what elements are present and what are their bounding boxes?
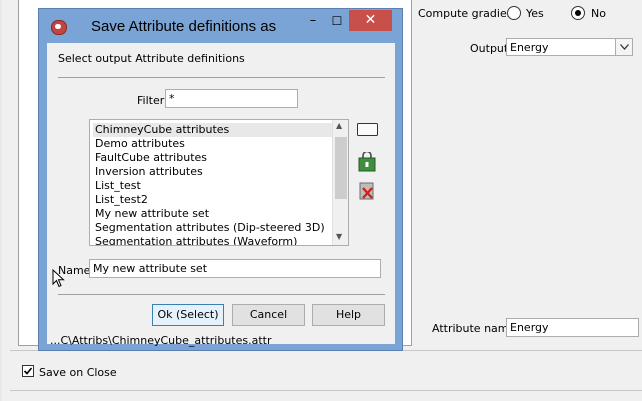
- attribute-name-input[interactable]: Energy: [506, 318, 639, 337]
- filter-input[interactable]: *: [165, 89, 298, 108]
- checkmark-icon: [23, 367, 33, 375]
- dialog-heading: Select output Attribute definitions: [58, 52, 245, 65]
- save-attribute-dialog: Save Attribute definitions as – ☐ ✕ Sele…: [38, 8, 403, 351]
- minimize-button[interactable]: –: [303, 11, 323, 31]
- output-label: Output: [470, 42, 509, 55]
- radio-no-label: No: [591, 7, 606, 20]
- save-on-close-checkbox[interactable]: [22, 365, 34, 377]
- ok-select-button[interactable]: Ok (Select): [152, 304, 224, 326]
- new-set-icon[interactable]: [357, 123, 378, 143]
- list-scrollbar[interactable]: ▲ ▼: [332, 120, 348, 245]
- app-icon: [51, 20, 67, 35]
- attribute-name-value: Energy: [510, 321, 549, 334]
- compute-gradient-label: Compute gradient: [418, 7, 518, 20]
- radio-yes[interactable]: [507, 6, 521, 20]
- filter-label: Filter: [137, 94, 165, 107]
- output-value: Energy: [510, 41, 549, 54]
- close-button[interactable]: ✕: [349, 10, 392, 31]
- name-input[interactable]: My new attribute set: [89, 259, 381, 278]
- scroll-thumb[interactable]: [335, 137, 347, 199]
- dialog-body: Select output Attribute definitions Filt…: [47, 43, 395, 347]
- list-item[interactable]: FaultCube attributes: [95, 151, 207, 165]
- dialog-title-bar[interactable]: Save Attribute definitions as – ☐ ✕: [39, 9, 402, 43]
- delete-set-icon[interactable]: [357, 181, 377, 201]
- save-on-close-label: Save on Close: [39, 366, 117, 379]
- list-item[interactable]: Demo attributes: [95, 137, 185, 151]
- scroll-down-icon[interactable]: ▼: [336, 232, 342, 241]
- bottom-frame: [10, 390, 642, 391]
- filter-value: *: [169, 92, 175, 105]
- help-button[interactable]: Help: [312, 304, 385, 326]
- attribute-set-list[interactable]: ChimneyCube attributes Demo attributes Fau…: [89, 119, 349, 246]
- window-edge: [0, 0, 2, 401]
- list-item[interactable]: My new attribute set: [95, 207, 209, 221]
- radio-yes-label: Yes: [526, 7, 544, 20]
- footer-separator: [58, 294, 385, 295]
- radio-no[interactable]: [571, 6, 585, 20]
- heading-separator: [58, 77, 385, 78]
- list-item[interactable]: List_test2: [95, 193, 148, 207]
- file-path: ...C\Attribs\ChimneyCube_attributes.attr: [50, 334, 272, 347]
- save-lock-icon[interactable]: [357, 150, 377, 172]
- attribute-name-label: Attribute name: [432, 322, 516, 335]
- scroll-up-icon[interactable]: ▲: [336, 121, 342, 130]
- cancel-button[interactable]: Cancel: [232, 304, 305, 326]
- output-combo[interactable]: Energy: [506, 38, 633, 56]
- dialog-title: Save Attribute definitions as: [91, 18, 277, 35]
- mouse-cursor-icon: [52, 268, 65, 291]
- list-item[interactable]: List_test: [95, 179, 141, 193]
- name-value: My new attribute set: [93, 262, 208, 275]
- list-item[interactable]: Inversion attributes: [95, 165, 203, 179]
- maximize-button[interactable]: ☐: [329, 11, 345, 31]
- list-item[interactable]: Segmentation attributes (Waveform): [95, 235, 297, 245]
- list-item[interactable]: Segmentation attributes (Dip-steered 3D): [95, 221, 325, 235]
- list-item[interactable]: ChimneyCube attributes: [93, 123, 333, 137]
- chevron-down-icon[interactable]: [615, 39, 632, 55]
